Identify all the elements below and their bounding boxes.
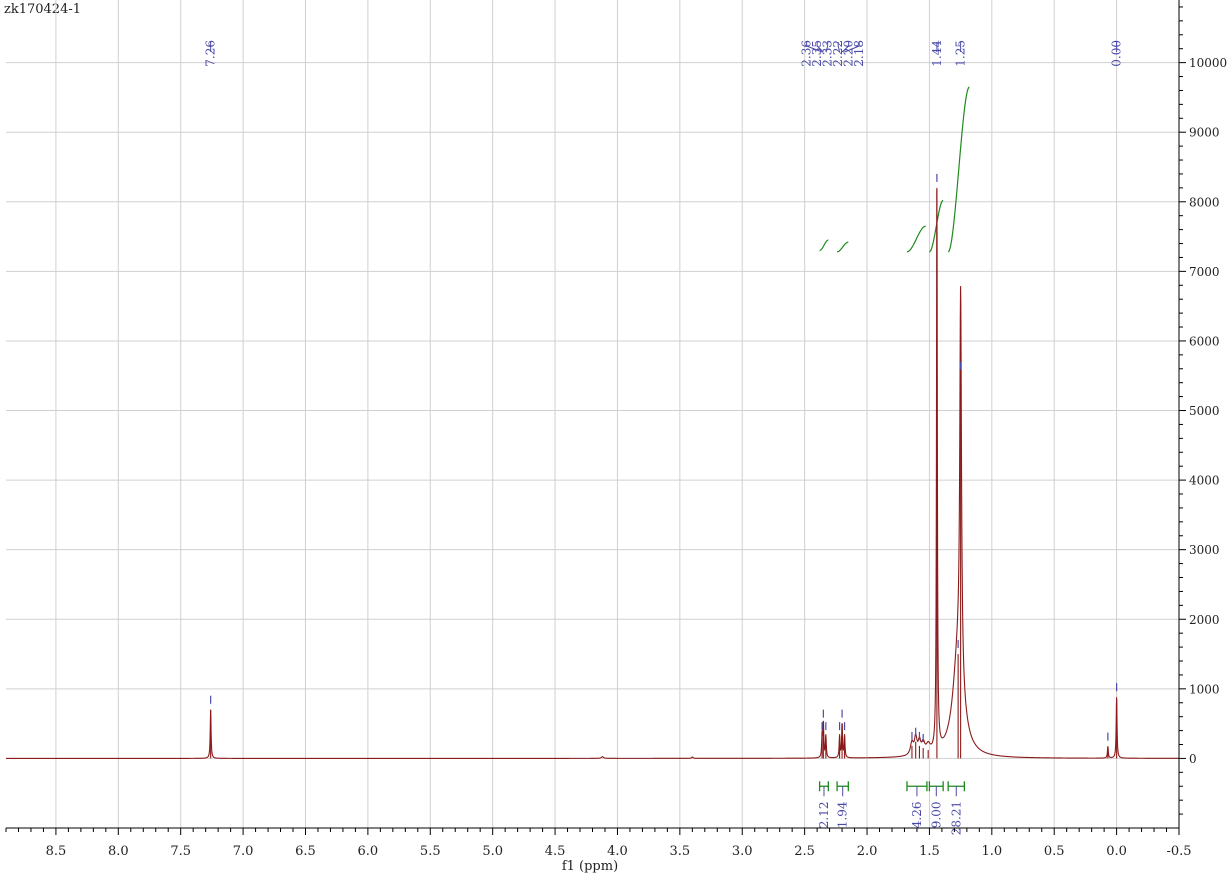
integral-marks: 2.12 1.94 4.26 9.00 28.21	[817, 781, 966, 835]
nmr-spectrum-chart: 7.26 2.362.352.332.222.202.18 1.44 1.25 0.00…	[5, 0, 1227, 874]
x-tick-label: 8.0	[108, 844, 129, 859]
integral-curve	[819, 239, 829, 252]
x-axis-title: f1 (ppm)	[562, 859, 618, 874]
y-tick-label: 10000	[1189, 56, 1227, 70]
x-tick-label: 0.5	[1044, 844, 1065, 859]
y-tick-label: 1000	[1189, 682, 1220, 696]
y-tick-label: 0	[1189, 752, 1197, 766]
y-tick-label: 8000	[1189, 195, 1220, 209]
x-tick-label: 2.0	[857, 844, 878, 859]
y-tick-label: 3000	[1189, 543, 1220, 557]
x-tick-label: -0.5	[1166, 844, 1191, 859]
x-tick-label: 3.5	[670, 844, 691, 859]
x-tick-label: 1.0	[981, 844, 1002, 859]
integral-value: 4.26	[910, 802, 924, 829]
y-tick-label: 7000	[1189, 265, 1220, 279]
integral-value: 28.21	[949, 801, 963, 835]
y-tick-label: 2000	[1189, 613, 1220, 627]
grid-lines	[6, 0, 1180, 828]
y-axis: 0 1000 2000 3000 4000 5000 6000 7000 8000 9000 100…	[1178, 0, 1227, 828]
integral-curve	[947, 86, 970, 253]
x-tick-label: 7.5	[170, 844, 191, 859]
spectrum-series	[6, 187, 1179, 759]
integral-curve	[906, 225, 926, 253]
x-tick-label: 1.5	[919, 844, 940, 859]
y-tick-label: 4000	[1189, 474, 1220, 488]
integral-value: 9.00	[929, 802, 943, 829]
x-tick-label: 2.5	[794, 844, 815, 859]
integral-curve	[837, 241, 849, 253]
integral-value: 2.12	[817, 802, 831, 829]
spectrum-line	[6, 189, 1179, 759]
y-tick-label: 9000	[1189, 126, 1220, 140]
x-tick-label: 8.5	[46, 844, 67, 859]
x-tick-label: 4.0	[607, 844, 628, 859]
x-tick-label: 5.5	[420, 844, 441, 859]
y-tick-label: 5000	[1189, 404, 1220, 418]
integral-value: 1.94	[836, 801, 850, 828]
x-tick-label: 4.5	[545, 844, 566, 859]
x-tick-label: 6.0	[358, 844, 379, 859]
x-tick-label: 5.0	[482, 844, 503, 859]
x-tick-label: 6.5	[295, 844, 316, 859]
x-tick-label: 3.0	[732, 844, 753, 859]
x-tick-label: 0.0	[1106, 844, 1127, 859]
y-tick-label: 6000	[1189, 334, 1220, 348]
x-axis: 8.5 8.0 7.5 7.0 6.5 6.0 5.5 5.0 4.5 4.0 3.5 3.0 2.5 2…	[5, 827, 1192, 859]
x-tick-label: 7.0	[233, 844, 254, 859]
integral-curves	[819, 86, 970, 253]
peak-markers	[210, 173, 1118, 742]
